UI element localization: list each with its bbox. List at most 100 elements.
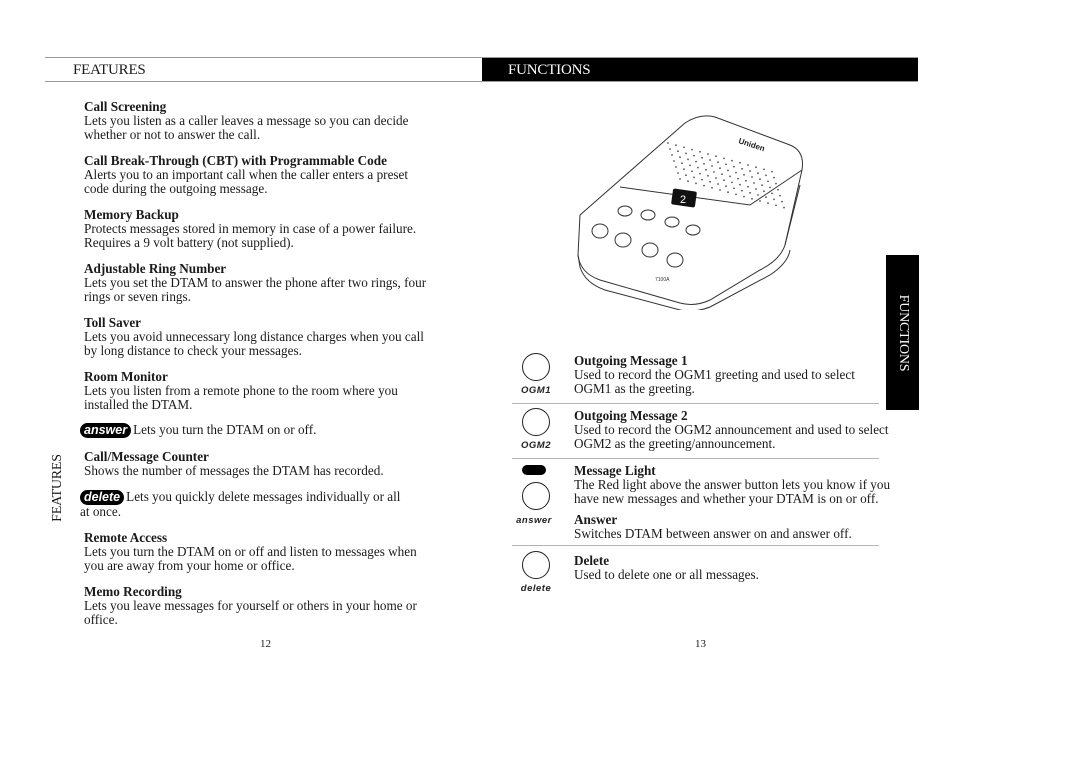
function-description: Used to record the OGM1 greeting and use… <box>574 367 855 396</box>
grille-dot <box>675 144 677 147</box>
delete-feature-description: Lets you quickly delete messages individ… <box>80 489 401 519</box>
grille-dot <box>683 168 685 171</box>
grille-dot <box>735 171 737 174</box>
function-separator <box>512 403 879 404</box>
feature-item: Adjustable Ring Number Lets you set the … <box>84 262 434 304</box>
grille-dot <box>691 148 693 151</box>
page-number-left: 12 <box>260 638 271 650</box>
ogm2-button-icon <box>522 408 550 436</box>
device-button-ogm2 <box>640 209 656 221</box>
grille-dot <box>723 157 725 160</box>
grille-dot <box>709 159 711 161</box>
grille-dot <box>749 170 751 172</box>
grille-dot <box>759 178 761 181</box>
feature-item: Room Monitor Lets you listen from a remo… <box>84 370 434 412</box>
grille-dot <box>725 185 727 188</box>
feature-description: Alerts you to an important call when the… <box>84 167 409 196</box>
message-light-icon <box>522 465 546 475</box>
grille-dot <box>717 161 719 164</box>
feature-title: Remote Access <box>84 530 168 545</box>
feature-description: Lets you listen as a caller leaves a mes… <box>84 113 409 142</box>
feature-title: Memo Recording <box>84 584 182 599</box>
grille-dot <box>763 168 765 171</box>
grille-dot <box>757 194 759 196</box>
grille-dot <box>719 167 721 170</box>
feature-title: Call/Message Counter <box>84 449 209 464</box>
grille-dot <box>775 182 777 185</box>
grille-dot <box>679 178 681 180</box>
device-model: 7100A <box>655 277 670 283</box>
grille-dot <box>727 169 729 172</box>
grille-dot <box>667 142 669 144</box>
grille-dot <box>707 174 709 177</box>
grille-dot <box>755 188 757 190</box>
function-title: Answer <box>574 512 618 527</box>
grille-dot <box>721 173 723 176</box>
feature-description: Protects messages stored in memory in ca… <box>84 221 417 250</box>
feature-description: Lets you turn the DTAM on or off and lis… <box>84 544 417 573</box>
grille-dot <box>733 187 735 190</box>
grille-dot <box>707 153 709 155</box>
grille-dot <box>731 181 733 184</box>
feature-item: Call Break-Through (CBT) with Programmab… <box>84 154 434 196</box>
function-item: Answer Switches DTAM between answer on a… <box>574 513 894 541</box>
grille-dot <box>751 176 753 178</box>
grille-dot <box>741 167 743 170</box>
device-side-edge <box>784 184 801 246</box>
function-item: Outgoing Message 1 Used to record the OG… <box>574 354 894 396</box>
grille-dot <box>715 155 717 158</box>
grille-dot <box>719 189 721 191</box>
grille-dot <box>763 190 765 193</box>
grille-dot <box>775 204 777 207</box>
grille-dot <box>683 146 685 149</box>
grille-dot <box>711 165 713 167</box>
feature-title: Toll Saver <box>84 315 142 330</box>
delete-feature-line: delete Lets you quickly delete messages i… <box>80 490 410 519</box>
grille-dot <box>689 164 691 167</box>
function-separator <box>512 545 879 546</box>
delete-button-badge: delete <box>80 490 125 505</box>
grille-dot <box>755 166 757 169</box>
ogm2-button-label: OGM2 <box>521 440 551 451</box>
grille-dot <box>757 172 759 175</box>
grille-dot <box>753 182 755 184</box>
feature-description: Shows the number of messages the DTAM ha… <box>84 463 384 478</box>
ogm1-button-label: OGM1 <box>521 385 551 396</box>
grille-dot <box>783 206 785 209</box>
grille-dot <box>673 160 675 162</box>
side-tab-functions-label: FUNCTIONS <box>895 294 911 371</box>
grille-dot <box>687 180 689 183</box>
device-button-delete <box>685 224 701 236</box>
feature-title: Call Break-Through (CBT) with Programmab… <box>84 153 387 168</box>
grille-dot <box>695 160 697 163</box>
grille-dot <box>723 179 725 182</box>
grille-dot <box>747 164 749 166</box>
feature-title: Call Screening <box>84 99 167 114</box>
function-item: Message Light The Red light above the an… <box>574 464 894 506</box>
grille-dot <box>773 198 775 201</box>
grille-dot <box>761 184 763 187</box>
section-title-functions: FUNCTIONS <box>508 62 591 78</box>
answering-machine-illustration: // placeholder; dots drawn below by main… <box>577 115 803 310</box>
side-tab-functions: FUNCTIONS <box>886 255 919 410</box>
grille-dot <box>751 197 753 200</box>
grille-dot <box>695 182 697 185</box>
function-description: Switches DTAM between answer on and answ… <box>574 526 852 541</box>
feature-description: Lets you set the DTAM to answer the phon… <box>84 275 427 304</box>
answer-feature-line: answer Lets you turn the DTAM on or off. <box>80 423 430 438</box>
grille-dot <box>743 173 745 176</box>
device-brand: Uniden <box>737 136 766 153</box>
device-base-edge <box>577 249 791 310</box>
function-title: Outgoing Message 1 <box>574 353 688 368</box>
grille-dot <box>681 162 683 165</box>
grille-dot <box>765 174 767 177</box>
grille-dot <box>729 175 731 178</box>
grille-dot <box>739 183 741 186</box>
grille-dot <box>765 196 767 199</box>
grille-dot <box>713 171 715 173</box>
grille-dot <box>771 170 773 173</box>
device-button-ogm1 <box>617 205 633 217</box>
function-item: Delete Used to delete one or all message… <box>574 554 894 582</box>
function-title: Delete <box>574 553 610 568</box>
feature-item: Toll Saver Lets you avoid unnecessary lo… <box>84 316 434 358</box>
